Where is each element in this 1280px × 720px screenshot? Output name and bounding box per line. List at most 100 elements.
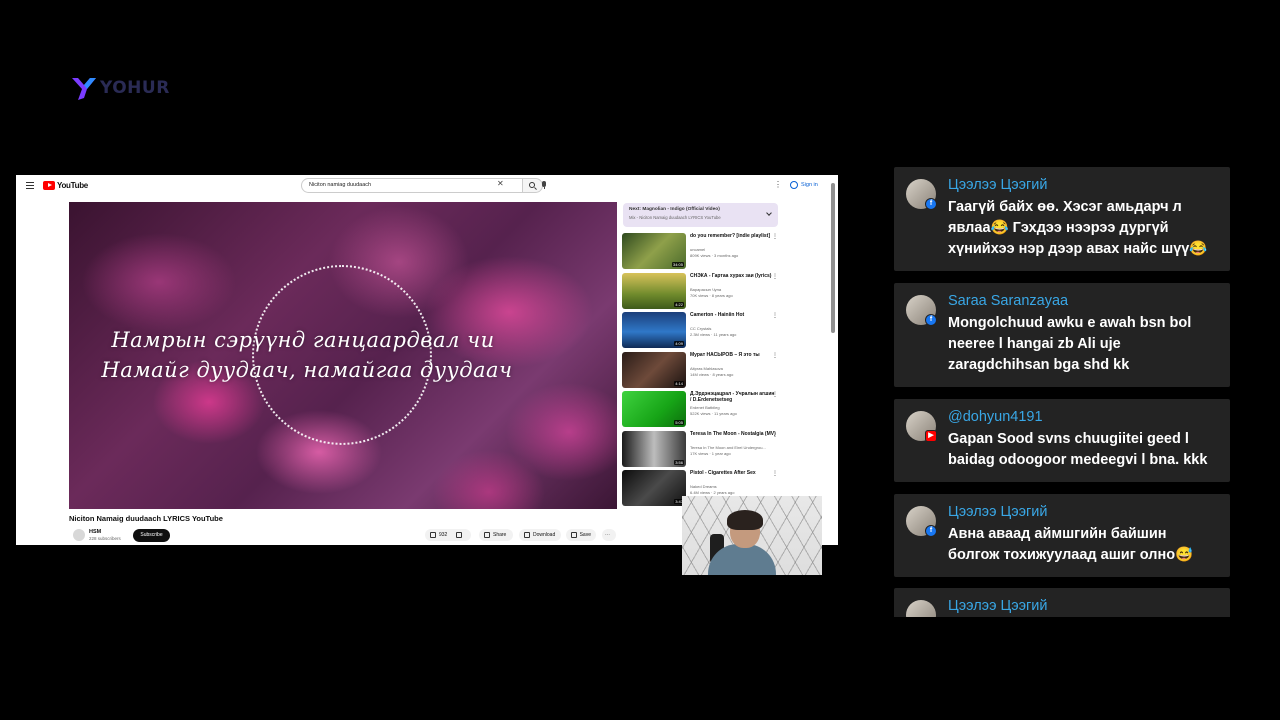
webcam-feed [682,496,822,575]
recommendation-meta: 2.3M views · 11 years ago [690,332,737,337]
more-vertical-icon[interactable]: ⋮ [772,431,778,438]
next-up-panel[interactable]: Next: Magnolian - Indigo (Official Video… [623,203,778,227]
commenter-name: Saraa Saranzayaa [948,293,1069,309]
video-player[interactable]: Намрын сэрүүнд ганцаардвал чи Намайг дуу… [69,202,617,509]
share-button[interactable]: Share [479,529,513,541]
youtube-logo[interactable]: YouTube [43,181,88,190]
account-icon [790,181,798,189]
facebook-icon: f [925,198,937,210]
channel-name[interactable]: HSM [89,529,101,535]
comment-text: Gapan Sood svns chuugiitei geed l baidag… [948,431,1208,468]
recommendation-thumbnail[interactable]: 3:56 [622,430,686,467]
commenter-name: @dohyun4191 [948,409,1043,425]
menu-icon[interactable] [26,182,34,189]
recommendation-thumbnail[interactable]: 4:14 [622,351,686,388]
logo-mark-icon [72,78,96,100]
save-label: Save [579,532,591,538]
sign-in-button[interactable]: Sign in [790,181,818,189]
lyric-line-2: Намайг дуудаач, намайгаа дуудаач [101,358,513,382]
recommendation-channel: Teresa In The Moon and Eirel Undergrou..… [690,444,766,450]
recommendation-title[interactable]: Мурат НАСЫРОВ – Я это ты [690,352,776,358]
youtube-window: YouTube Niciton namiag duudaach ✕ ⋮ Sign… [16,175,838,545]
recommendation-item[interactable]: 3:56 Teresa In The Moon - Nostalgia (MV) T… [622,430,782,467]
video-title: Niciton Namaig duudaach LYRICS YouTube [69,514,223,523]
chat-comment-clipped: Цээлээ Цээгий [894,588,1230,617]
youtube-icon: ▶ [925,430,937,442]
recommendation-item[interactable]: 4:09 Camerton - Hainiin Hot CC Crystals 2.3… [622,312,782,348]
youtube-logo-text: YouTube [57,181,88,190]
more-vertical-icon[interactable]: ⋮ [772,233,778,240]
thumbs-down-icon[interactable] [456,532,463,538]
chat-comment: f Цээлээ Цээгий Гаагүй байх өө. Хэсэг ам… [894,167,1230,271]
recommendation-title[interactable]: Pistol - Cigarettes After Sex [690,470,776,476]
search-icon [529,182,535,188]
commenter-name: Цээлээ Цээгий [948,504,1048,520]
sign-in-label: Sign in [801,182,818,188]
save-button[interactable]: Save [566,529,596,541]
recommendation-thumbnail[interactable]: 3:47 [622,470,686,506]
mic-icon[interactable] [542,181,546,189]
recommendation-item[interactable]: 4:14 Мурат НАСЫРОВ – Я это ты Aitpras Mahl… [622,351,782,388]
commenter-name: Цээлээ Цээгий [948,598,1048,614]
more-vertical-icon[interactable]: ⋮ [774,180,782,189]
comment-text: Mongolchuud awku e awah bsn bol neeree l… [948,315,1192,373]
more-vertical-icon[interactable]: ⋮ [772,391,778,398]
facebook-icon: f [925,314,937,326]
facebook-icon: f [925,525,937,537]
recommendation-channel: Erdenet Batbileg [690,405,720,410]
recommendation-meta: 809K views · 3 months ago [690,253,739,258]
recommendation-item[interactable]: 5:05 Д.Эрдэнэцацрал - Учралын агшин / D.E… [622,391,782,427]
chat-comment: ▶ @dohyun4191 Gapan Sood svns chuugiitei… [894,399,1230,482]
save-icon [571,532,577,538]
recommendation-meta: 17K views · 1 year ago [690,450,731,456]
recommendation-channel: CC Crystals [690,326,712,331]
video-duration: 4:14 [674,380,684,386]
recommendation-channel: Naked Dreams [690,484,717,489]
recommendation-meta: 14M views · 8 years ago [690,371,734,377]
recommendation-title[interactable]: СНЭКА - Гартаа хурах заи (lyrics) [690,273,776,279]
search-button[interactable] [523,178,543,193]
lyric-line-1: Намрын сэрүүнд ганцаардвал чи [111,328,495,352]
recommendation-thumbnail[interactable]: 4:09 [622,312,686,348]
recommendation-title[interactable]: Д.Эрдэнэцацрал - Учралын агшин / D.Erden… [690,391,776,403]
recommendation-channel: Aitpras Mahlasova [690,365,723,371]
recommendation-item[interactable]: 34:05 do you remember? [indie playlist] un… [622,233,782,269]
logo-text: YOHUR [100,78,170,98]
recommendation-title[interactable]: Camerton - Hainiin Hot [690,312,776,318]
recommendation-channel: uncamel [690,247,706,252]
recommendation-channel: Варарасын Чуна [690,286,722,292]
video-duration: 5:05 [674,420,684,425]
dotted-circle [252,265,432,445]
video-duration: 34:05 [671,262,684,267]
like-button[interactable]: 932 [425,529,471,541]
youtube-play-icon [43,181,55,190]
youtube-topbar: YouTube Niciton namiag duudaach ✕ ⋮ Sign… [16,175,838,197]
channel-avatar[interactable] [73,529,85,541]
clear-search-icon[interactable]: ✕ [497,179,504,188]
chat-comment: Цээлээ Цээгий [894,588,1230,617]
more-vertical-icon[interactable]: ⋮ [772,273,778,280]
search-input[interactable]: Niciton namiag duudaach [301,178,523,193]
recommendation-thumbnail[interactable]: 4:22 [622,272,686,309]
thumbs-up-icon [430,532,436,538]
recommendation-meta: 6.4M views · 2 years ago [690,490,735,495]
page-scrollbar[interactable] [831,183,835,333]
recommendation-title[interactable]: do you remember? [indie playlist] [690,233,776,239]
recommendation-thumbnail[interactable]: 34:05 [622,233,686,269]
recommendation-thumbnail[interactable]: 5:05 [622,391,686,427]
download-icon [524,532,530,538]
subscribe-button[interactable]: Subscribe [133,529,170,542]
recommendation-title[interactable]: Teresa In The Moon - Nostalgia (MV) [690,431,776,437]
download-button[interactable]: Download [519,529,561,541]
more-vertical-icon[interactable]: ⋮ [772,470,778,477]
comment-text: Гаагүй байх өө. Хэсэг амьдарч л явлаа😂 Г… [948,199,1208,257]
recommendation-item[interactable]: 4:22 СНЭКА - Гартаа хурах заи (lyrics) Вар… [622,272,782,309]
more-actions-button[interactable]: ⋯ [602,529,616,541]
like-count: 932 [439,532,448,538]
more-vertical-icon[interactable]: ⋮ [772,352,778,359]
next-up-label: Next: Magnolian - Indigo (Official Video… [629,207,720,212]
video-duration: 4:09 [674,341,684,346]
recommendation-meta: 522K views · 11 years ago [690,411,737,416]
more-vertical-icon[interactable]: ⋮ [772,312,778,319]
chat-comment: f Saraa Saranzayaa Mongolchuud awku e aw… [894,283,1230,387]
